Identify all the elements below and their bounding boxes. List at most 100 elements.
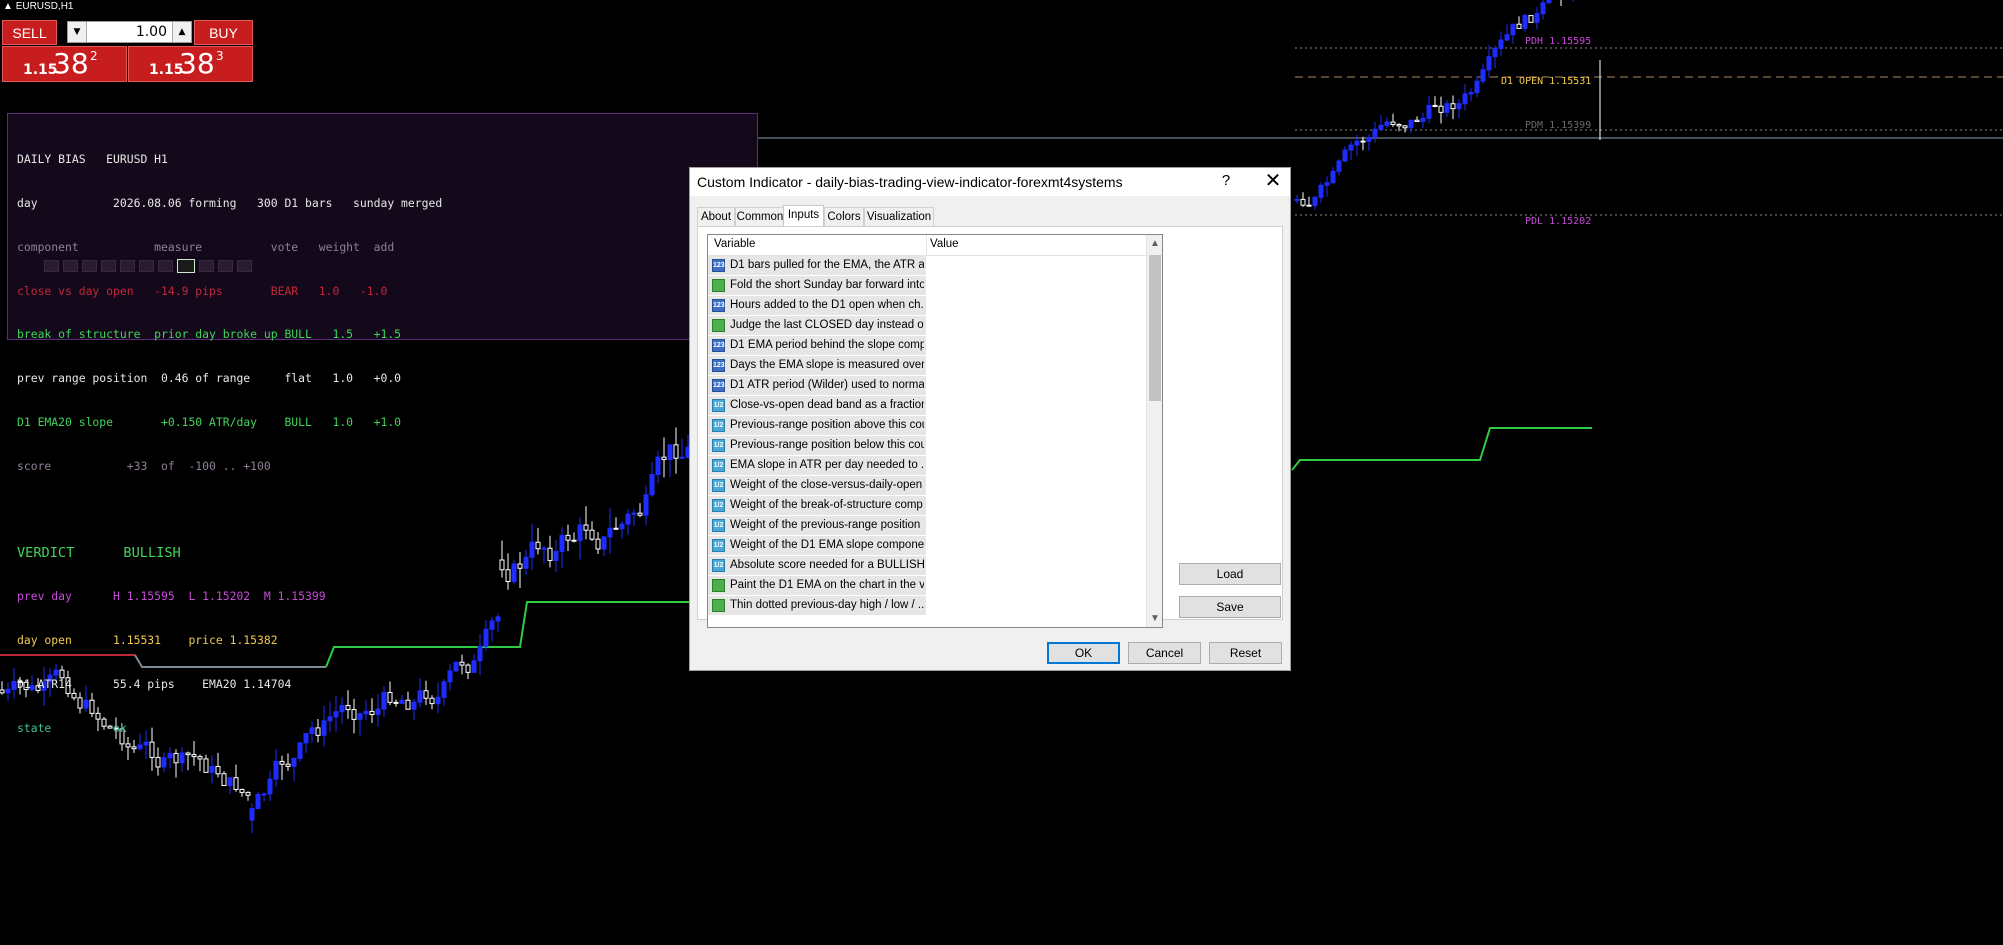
variable-cell[interactable]: Paint the D1 EMA on the chart in the v..… bbox=[708, 576, 926, 595]
value-cell[interactable]: 3 bbox=[927, 356, 1158, 375]
table-row[interactable]: 123 D1 bars pulled for the EMA, the ATR a… bbox=[708, 256, 1162, 276]
inputs-table[interactable]: Variable Value 123 D1 bars pulled for the… bbox=[707, 234, 1163, 628]
value-cell[interactable]: 0.4 bbox=[927, 436, 1162, 455]
variable-cell[interactable]: 123 D1 bars pulled for the EMA, the ATR a… bbox=[708, 256, 926, 275]
candle-body bbox=[227, 777, 233, 786]
save-button[interactable]: Save bbox=[1179, 596, 1281, 618]
candle-body bbox=[209, 765, 215, 773]
value-cell[interactable]: 25.0 bbox=[927, 556, 1162, 575]
ok-button[interactable]: OK bbox=[1047, 642, 1120, 664]
value-cell[interactable]: 1.0 bbox=[927, 536, 1162, 555]
candle-body bbox=[1498, 39, 1504, 49]
value-cell[interactable]: false bbox=[927, 316, 1162, 335]
variable-cell[interactable]: 123 D1 ATR period (Wilder) used to normal… bbox=[708, 376, 926, 395]
table-row[interactable]: 123 Hours added to the D1 open when ch...… bbox=[708, 296, 1158, 316]
buy-button[interactable]: BUY bbox=[194, 20, 253, 45]
candle-body bbox=[1330, 170, 1336, 184]
table-header: Variable Value bbox=[708, 235, 1146, 256]
table-row[interactable]: 123 D1 EMA period behind the slope comp..… bbox=[708, 336, 1162, 356]
value-cell[interactable]: 1.0 bbox=[927, 476, 1162, 495]
value-cell[interactable]: 0.02 bbox=[927, 456, 1162, 475]
value-cell[interactable]: 0.6 bbox=[927, 416, 1162, 435]
value-cell[interactable]: 1.5 bbox=[927, 496, 1162, 515]
dialog-title: Custom Indicator - daily-bias-trading-vi… bbox=[697, 174, 1123, 190]
candle-body bbox=[233, 777, 239, 790]
value-cell[interactable]: 0 bbox=[927, 296, 1158, 315]
variable-cell[interactable]: 1/2 EMA slope in ATR per day needed to ..… bbox=[708, 456, 926, 475]
table-row[interactable]: 1/2 Close-vs-open dead band as a fraction… bbox=[708, 396, 1162, 416]
bias-title: DAILY BIAS EURUSD H1 bbox=[17, 152, 168, 167]
table-row[interactable]: 1/2 Previous-range position below this co… bbox=[708, 436, 1162, 456]
variable-cell[interactable]: 1/2 Previous-range position above this co… bbox=[708, 416, 926, 435]
variable-cell[interactable]: 123 Hours added to the D1 open when ch... bbox=[708, 296, 926, 315]
variable-cell[interactable]: 1/2 Weight of the previous-range position… bbox=[708, 516, 926, 535]
tab-common[interactable]: Common bbox=[735, 207, 785, 226]
sell-button[interactable]: SELL bbox=[2, 20, 57, 45]
candle-body bbox=[1438, 105, 1444, 113]
table-row[interactable]: 1/2 Weight of the break-of-structure comp… bbox=[708, 496, 1162, 516]
buy-quote[interactable]: 1.15 38 3 bbox=[128, 46, 253, 82]
variable-name: Weight of the close-versus-daily-open ..… bbox=[730, 479, 924, 491]
table-row[interactable]: 123 Days the EMA slope is measured over3 bbox=[708, 356, 1158, 376]
variable-cell[interactable]: 123 D1 EMA period behind the slope comp..… bbox=[708, 336, 926, 355]
variable-cell[interactable]: 1/2 Weight of the close-versus-daily-open… bbox=[708, 476, 926, 495]
column-divider[interactable] bbox=[926, 235, 927, 255]
table-row[interactable]: Thin dotted previous-day high / low / ..… bbox=[708, 596, 1162, 616]
table-row[interactable]: 1/2 EMA slope in ATR per day needed to ..… bbox=[708, 456, 1162, 476]
variable-cell[interactable]: 1/2 Weight of the break-of-structure comp… bbox=[708, 496, 926, 515]
table-row[interactable]: 1/2 Weight of the close-versus-daily-open… bbox=[708, 476, 1162, 496]
help-icon[interactable]: ? bbox=[1216, 172, 1236, 189]
table-row[interactable]: 123 D1 ATR period (Wilder) used to normal… bbox=[708, 376, 1162, 396]
variable-cell[interactable]: Fold the short Sunday bar forward into .… bbox=[708, 276, 926, 295]
close-icon[interactable]: ✕ bbox=[1258, 169, 1288, 193]
lot-value[interactable]: 1.00 bbox=[136, 24, 167, 40]
value-cell[interactable]: 20 bbox=[927, 336, 1162, 355]
table-row[interactable]: Paint the D1 EMA on the chart in the v..… bbox=[708, 576, 1162, 596]
column-variable[interactable]: Variable bbox=[714, 238, 755, 250]
lot-size-field[interactable]: ▼ 1.00 ▲ bbox=[67, 21, 192, 43]
table-row[interactable]: Judge the last CLOSED day instead of ...… bbox=[708, 316, 1162, 336]
variable-cell[interactable]: Thin dotted previous-day high / low / ..… bbox=[708, 596, 926, 615]
load-button[interactable]: Load bbox=[1179, 563, 1281, 585]
candle-body bbox=[0, 689, 5, 694]
table-row[interactable]: 1/2 Previous-range position above this co… bbox=[708, 416, 1162, 436]
tab-colors[interactable]: Colors bbox=[824, 207, 864, 226]
value-cell[interactable]: true bbox=[927, 576, 1162, 595]
cancel-button[interactable]: Cancel bbox=[1128, 642, 1201, 664]
reset-button[interactable]: Reset bbox=[1209, 642, 1282, 664]
dialog-titlebar[interactable]: Custom Indicator - daily-bias-trading-vi… bbox=[690, 168, 1290, 196]
table-row[interactable]: 1/2 Weight of the previous-range position… bbox=[708, 516, 1162, 536]
tab-inputs[interactable]: Inputs bbox=[783, 205, 824, 227]
variable-cell[interactable]: 1/2 Previous-range position below this co… bbox=[708, 436, 926, 455]
d1-open-label: D1 OPEN 1.15531 bbox=[1501, 76, 1592, 87]
candle-body bbox=[1372, 128, 1378, 138]
value-cell[interactable]: true bbox=[927, 276, 1162, 295]
sell-quote-pips: 38 bbox=[53, 47, 89, 80]
variable-cell[interactable]: 1/2 Weight of the D1 EMA slope component bbox=[708, 536, 926, 555]
dbl-type-icon: 1/2 bbox=[712, 479, 725, 492]
sell-quote[interactable]: 1.15 38 2 bbox=[2, 46, 127, 82]
value-cell[interactable]: 300 bbox=[927, 256, 1162, 275]
tab-about[interactable]: About bbox=[697, 207, 735, 226]
table-row[interactable]: 1/2 Absolute score needed for a BULLISH .… bbox=[708, 556, 1162, 576]
candle-body bbox=[5, 688, 11, 694]
variable-cell[interactable]: 1/2 Absolute score needed for a BULLISH .… bbox=[708, 556, 926, 575]
lot-increase-icon[interactable]: ▲ bbox=[172, 22, 191, 42]
value-cell[interactable]: true bbox=[927, 596, 1162, 615]
variable-cell[interactable]: 123 Days the EMA slope is measured over bbox=[708, 356, 926, 375]
tab-visualization[interactable]: Visualization bbox=[864, 207, 934, 226]
scroll-thumb[interactable] bbox=[1149, 255, 1161, 401]
table-row[interactable]: 1/2 Weight of the D1 EMA slope component1… bbox=[708, 536, 1162, 556]
lot-decrease-icon[interactable]: ▼ bbox=[68, 22, 87, 42]
value-cell[interactable]: 0.05 bbox=[927, 396, 1162, 415]
scroll-down-icon[interactable]: ▼ bbox=[1147, 610, 1162, 627]
value-cell[interactable]: 14 bbox=[927, 376, 1162, 395]
variable-cell[interactable]: Judge the last CLOSED day instead of ... bbox=[708, 316, 926, 335]
table-scrollbar[interactable]: ▲ ▼ bbox=[1146, 235, 1162, 627]
column-value[interactable]: Value bbox=[930, 238, 959, 250]
table-row[interactable]: Fold the short Sunday bar forward into .… bbox=[708, 276, 1162, 296]
value-cell[interactable]: 1.0 bbox=[927, 516, 1162, 535]
candle-body bbox=[1408, 119, 1414, 129]
scroll-up-icon[interactable]: ▲ bbox=[1147, 235, 1162, 252]
variable-cell[interactable]: 1/2 Close-vs-open dead band as a fraction… bbox=[708, 396, 926, 415]
